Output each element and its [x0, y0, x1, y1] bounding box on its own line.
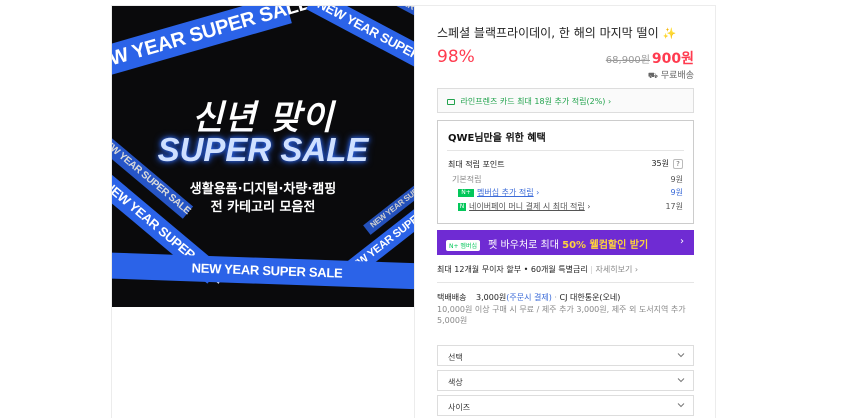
membership-label: 멤버십 추가 적립	[477, 188, 534, 197]
membership-badge: N+	[458, 188, 474, 197]
delivery-carrier: CJ 대한통운(오네)	[559, 293, 621, 302]
installment-text: 최대 12개월 무이자 할부 • 60개월 특별금리	[437, 265, 588, 274]
option-select-color[interactable]: 색상	[437, 370, 694, 391]
card-offer[interactable]: 라인프렌즈 카드 최대 18원 추가 적립(2%) ›	[437, 88, 694, 113]
installment-details-link[interactable]: 자세히보기 ›	[596, 265, 639, 274]
option-select-choice[interactable]: 선택	[437, 345, 694, 366]
delivery-info: 택배배송 3,000원(주문시 결제) · CJ 대한통운(오네)	[437, 293, 621, 302]
delivery-paid-note: (주문시 결제)	[506, 293, 552, 302]
max-points-amount: 35원	[651, 159, 669, 168]
pet-voucher-promo[interactable]: N+ 멤버십 펫 바우처로 최대 50% 웰컴할인 받기 ›	[437, 230, 694, 255]
option-select-label: 선택	[448, 353, 463, 362]
max-points-label: 최대 적립 포인트	[448, 160, 505, 169]
delivery-label: 택배배송	[437, 293, 467, 302]
details-link-text: 자세히보기	[595, 265, 633, 274]
product-title: 스페셜 블랙프라이데이, 한 해의 마지막 떨이 ✨	[437, 24, 676, 41]
npay-badge: N	[458, 202, 466, 211]
product-image[interactable]: NEW YEAR SUPER SALE NEW YEAR SUPER SALE …	[112, 6, 414, 307]
benefit-box: QWE님만을 위한 혜택 최대 적립 포인트 35원? 기본적립 9원 N+ 멤버…	[437, 120, 694, 224]
product-page: NEW YEAR SUPER SALE NEW YEAR SUPER SALE …	[0, 0, 850, 418]
chevron-down-icon	[677, 403, 685, 408]
divider	[447, 150, 684, 151]
npay-points-value: 17원	[665, 202, 683, 211]
basic-points-value: 9원	[670, 175, 683, 184]
card-offer-text: 라인프렌즈 카드 최대 18원 추가 적립(2%)	[460, 97, 606, 106]
delivery-fee: 3,000원	[476, 293, 507, 302]
product-info: 스페셜 블랙프라이데이, 한 해의 마지막 떨이 ✨ 98% 68,900원 9…	[437, 6, 694, 418]
banner-subline: 생활용품·디지털·차량·캠핑	[189, 182, 337, 197]
chevron-right-icon: ›	[584, 202, 591, 211]
installment-info: 최대 12개월 무이자 할부 • 60개월 특별금리 | 자세히보기 ›	[437, 265, 639, 274]
membership-badge: N+ 멤버십	[446, 239, 480, 251]
banner-ribbon: NEW YEAR SUPER SALE	[306, 6, 414, 85]
card-icon	[447, 98, 455, 105]
npay-label: 네이버페이 머니 결제 시 최대 적립	[469, 202, 585, 211]
banner-sale-title: SUPER SALE	[157, 131, 369, 168]
max-points-value: 35원?	[651, 158, 683, 169]
option-select-size[interactable]: 사이즈	[437, 395, 694, 416]
product-title-text: 스페셜 블랙프라이데이, 한 해의 마지막 떨이	[437, 26, 659, 40]
column-divider	[414, 6, 415, 418]
option-select-label: 색상	[448, 378, 463, 387]
divider	[437, 282, 694, 283]
original-price: 68,900원	[605, 55, 650, 66]
basic-points-label: 기본적립	[452, 175, 482, 184]
truck-icon: ⛟	[647, 71, 658, 80]
option-select-label: 사이즈	[448, 403, 471, 412]
sale-price: 900원	[651, 51, 694, 67]
membership-points-value: 9원	[670, 188, 683, 197]
help-icon[interactable]: ?	[673, 159, 683, 169]
benefit-heading: QWE님만을 위한 혜택	[448, 133, 546, 144]
discount-rate: 98%	[437, 47, 475, 67]
chevron-right-icon: ›	[533, 188, 540, 197]
chevron-right-icon: ›	[607, 97, 612, 106]
sparkle-icon: ✨	[662, 27, 677, 40]
banner-ribbon: NEW YEAR SUPER SALE	[112, 6, 313, 84]
promo-text: 펫 바우처로 최대	[488, 240, 563, 251]
shipping-info: ⛟ 무료배송	[648, 68, 694, 81]
npay-points-link[interactable]: N 네이버페이 머니 결제 시 최대 적립 ›	[458, 201, 591, 212]
chevron-down-icon	[677, 378, 685, 383]
membership-points-link[interactable]: N+ 멤버십 추가 적립 ›	[458, 187, 539, 198]
delivery-note: 10,000원 이상 구매 시 무료 / 제주 추가 3,000원, 제주 외 …	[437, 305, 686, 325]
promo-highlight: 50% 웰컴할인 받기	[562, 240, 649, 251]
chevron-down-icon	[677, 353, 685, 358]
shipping-label: 무료배송	[660, 71, 694, 81]
product-card: NEW YEAR SUPER SALE NEW YEAR SUPER SALE …	[111, 5, 716, 418]
banner-subline: 전 카테고리 모음전	[210, 200, 316, 215]
chevron-right-icon: ›	[680, 236, 684, 247]
